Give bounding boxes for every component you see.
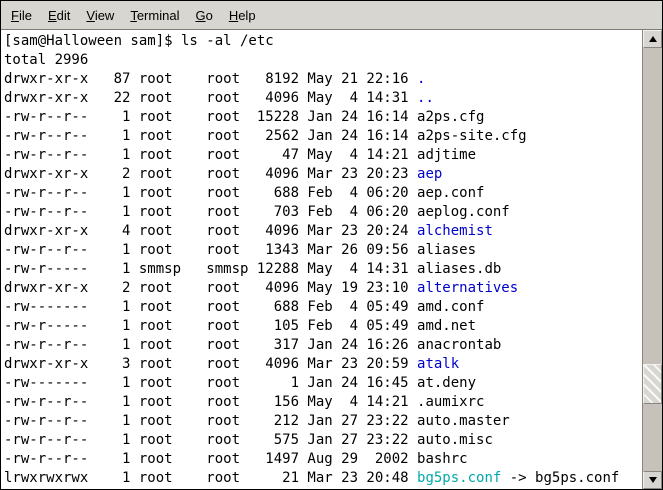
file-attributes: lrwxrwxrwx 1 root root 21 Mar 23 20:48: [4, 470, 417, 486]
terminal-window: FileEditViewTerminalGoHelp [sam@Hallowee…: [0, 0, 663, 490]
file-attributes: -rw-r--r-- 1 root root 317 Jan 24 16:26: [4, 337, 417, 353]
total-line: total 2996: [4, 51, 642, 70]
file-row: drwxr-xr-x 3 root root 4096 Mar 23 20:59…: [4, 355, 642, 374]
symlink-target: -> bg5ps.conf: [501, 470, 619, 486]
terminal-output[interactable]: [sam@Halloween sam]$ ls -al /etc total 2…: [1, 30, 642, 489]
file-row: drwxr-xr-x 22 root root 4096 May 4 14:31…: [4, 89, 642, 108]
file-attributes: drwxr-xr-x 87 root root 8192 May 21 22:1…: [4, 71, 417, 87]
file-attributes: drwxr-xr-x 3 root root 4096 Mar 23 20:59: [4, 356, 417, 372]
file-row: -rw-r--r-- 1 root root 688 Feb 4 06:20 a…: [4, 184, 642, 203]
prompt-line: [sam@Halloween sam]$ ls -al /etc: [4, 32, 642, 51]
file-name: at.deny: [417, 375, 476, 391]
file-attributes: drwxr-xr-x 4 root root 4096 Mar 23 20:24: [4, 223, 417, 239]
file-name: auto.misc: [417, 432, 493, 448]
file-row: -rw-r--r-- 1 root root 1497 Aug 29 2002 …: [4, 450, 642, 469]
file-name: auto.master: [417, 413, 510, 429]
file-name: aep.conf: [417, 185, 484, 201]
file-row: -rw-r--r-- 1 root root 575 Jan 27 23:22 …: [4, 431, 642, 450]
file-row: -rw------- 1 root root 1 Jan 24 16:45 at…: [4, 374, 642, 393]
file-row: -rw-r--r-- 1 root root 2562 Jan 24 16:14…: [4, 127, 642, 146]
file-attributes: drwxr-xr-x 2 root root 4096 Mar 23 20:23: [4, 166, 417, 182]
file-row: lrwxrwxrwx 1 root root 21 Mar 23 20:48 b…: [4, 469, 642, 488]
file-attributes: -rw-r--r-- 1 root root 703 Feb 4 06:20: [4, 204, 417, 220]
menu-file[interactable]: File: [3, 2, 40, 29]
file-name: ..: [417, 90, 434, 106]
file-attributes: -rw-r--r-- 1 root root 212 Jan 27 23:22: [4, 413, 417, 429]
file-row: -rw------- 1 root root 688 Feb 4 05:49 a…: [4, 298, 642, 317]
file-attributes: drwxr-xr-x 22 root root 4096 May 4 14:31: [4, 90, 417, 106]
file-row: drwxr-xr-x 2 root root 4096 May 19 23:10…: [4, 279, 642, 298]
file-attributes: -rw------- 1 root root 1 Jan 24 16:45: [4, 375, 417, 391]
file-row: -rw-r--r-- 1 root root 212 Jan 27 23:22 …: [4, 412, 642, 431]
file-attributes: -rw-r----- 1 smmsp smmsp 12288 May 4 14:…: [4, 261, 417, 277]
file-name: aliases.db: [417, 261, 501, 277]
file-name: amd.net: [417, 318, 476, 334]
file-name: aliases: [417, 242, 476, 258]
file-attributes: drwxr-xr-x 2 root root 4096 May 19 23:10: [4, 280, 417, 296]
file-attributes: -rw-r--r-- 1 root root 15228 Jan 24 16:1…: [4, 109, 417, 125]
file-attributes: -rw-r----- 1 root root 105 Feb 4 05:49: [4, 318, 417, 334]
file-attributes: -rw-r--r-- 1 root root 47 May 4 14:21: [4, 147, 417, 163]
file-row: -rw-r--r-- 1 root root 47 May 4 14:21 ad…: [4, 146, 642, 165]
file-name: bashrc: [417, 451, 468, 467]
total-text: total 2996: [4, 52, 88, 68]
menu-view[interactable]: View: [78, 2, 122, 29]
scrollbar-thumb[interactable]: [643, 364, 662, 404]
file-row: -rw-r----- 1 root root 105 Feb 4 05:49 a…: [4, 317, 642, 336]
menu-bar: FileEditViewTerminalGoHelp: [1, 1, 662, 30]
menu-terminal[interactable]: Terminal: [122, 2, 187, 29]
file-row: drwxr-xr-x 87 root root 8192 May 21 22:1…: [4, 70, 642, 89]
file-name: alchemist: [417, 223, 493, 239]
file-attributes: -rw-r--r-- 1 root root 1343 Mar 26 09:56: [4, 242, 417, 258]
file-name: .aumixrc: [417, 394, 484, 410]
file-attributes: -rw-r--r-- 1 root root 1497 Aug 29 2002: [4, 451, 417, 467]
menu-edit[interactable]: Edit: [40, 2, 78, 29]
scroll-down-icon: [649, 477, 657, 483]
file-attributes: -rw-r--r-- 1 root root 156 May 4 14:21: [4, 394, 417, 410]
scroll-down-button[interactable]: [643, 471, 662, 489]
file-name: bg5ps.conf: [417, 470, 501, 486]
file-name: alternatives: [417, 280, 518, 296]
file-name: aep: [417, 166, 442, 182]
file-name: adjtime: [417, 147, 476, 163]
scroll-up-button[interactable]: [643, 30, 662, 48]
file-name: a2ps-site.cfg: [417, 128, 527, 144]
file-row: -rw-r--r-- 1 root root 1343 Mar 26 09:56…: [4, 241, 642, 260]
prompt-text: [sam@Halloween sam]$ ls -al /etc: [4, 33, 274, 49]
file-attributes: -rw------- 1 root root 688 Feb 4 05:49: [4, 299, 417, 315]
file-name: amd.conf: [417, 299, 484, 315]
file-row: -rw-r--r-- 1 root root 156 May 4 14:21 .…: [4, 393, 642, 412]
file-attributes: -rw-r--r-- 1 root root 2562 Jan 24 16:14: [4, 128, 417, 144]
file-attributes: -rw-r--r-- 1 root root 688 Feb 4 06:20: [4, 185, 417, 201]
file-row: -rw-r--r-- 1 root root 317 Jan 24 16:26 …: [4, 336, 642, 355]
menu-go[interactable]: Go: [187, 2, 220, 29]
file-row: -rw-r--r-- 1 root root 15228 Jan 24 16:1…: [4, 108, 642, 127]
file-row: drwxr-xr-x 2 root root 4096 Mar 23 20:23…: [4, 165, 642, 184]
menu-help[interactable]: Help: [221, 2, 264, 29]
file-row: drwxr-xr-x 4 root root 4096 Mar 23 20:24…: [4, 222, 642, 241]
scroll-up-icon: [649, 36, 657, 42]
file-name: aeplog.conf: [417, 204, 510, 220]
file-row: -rw-r----- 1 smmsp smmsp 12288 May 4 14:…: [4, 260, 642, 279]
scrollbar-trough[interactable]: [643, 48, 662, 471]
file-row: -rw-r--r-- 1 root root 703 Feb 4 06:20 a…: [4, 203, 642, 222]
scrollbar[interactable]: [642, 30, 662, 489]
terminal-content: [sam@Halloween sam]$ ls -al /etc total 2…: [1, 30, 662, 489]
file-listing: drwxr-xr-x 87 root root 8192 May 21 22:1…: [4, 70, 642, 488]
file-name: .: [417, 71, 425, 87]
file-name: atalk: [417, 356, 459, 372]
file-name: anacrontab: [417, 337, 501, 353]
file-attributes: -rw-r--r-- 1 root root 575 Jan 27 23:22: [4, 432, 417, 448]
file-name: a2ps.cfg: [417, 109, 484, 125]
